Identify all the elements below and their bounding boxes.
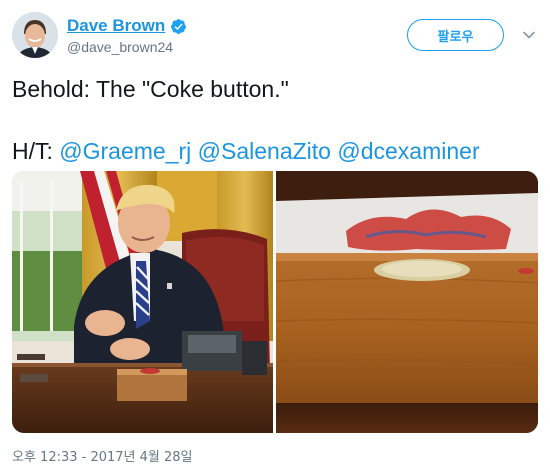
- follow-button[interactable]: 팔로우: [407, 19, 504, 51]
- mention-link[interactable]: @dcexaminer: [337, 138, 479, 164]
- tweet-header: Dave Brown @dave_brown24 팔로우: [12, 12, 538, 62]
- author-name-row: Dave Brown: [67, 16, 187, 36]
- author-display-name[interactable]: Dave Brown: [67, 16, 165, 36]
- photo-president-at-desk[interactable]: [12, 171, 273, 433]
- tweet-media: [12, 171, 538, 433]
- verified-badge-icon: [170, 18, 187, 35]
- hat-tip-prefix: H/T:: [12, 138, 60, 164]
- tweet-text-line: Behold: The "Coke button.": [12, 76, 289, 102]
- photo-desk-button-box[interactable]: [276, 171, 538, 433]
- hat-tip-line: H/T: @Graeme_rj @SalenaZito @dcexaminer: [12, 136, 538, 167]
- author-handle[interactable]: @dave_brown24: [67, 39, 173, 55]
- chevron-down-icon[interactable]: [522, 28, 536, 42]
- tweet-timestamp[interactable]: 오후 12:33 - 2017년 4월 28일: [12, 446, 193, 465]
- tweet-text: Behold: The "Coke button." H/T: @Graeme_…: [12, 74, 538, 167]
- profile-avatar[interactable]: [12, 12, 58, 58]
- mention-link[interactable]: @SalenaZito: [198, 138, 331, 164]
- mention-link[interactable]: @Graeme_rj: [59, 138, 191, 164]
